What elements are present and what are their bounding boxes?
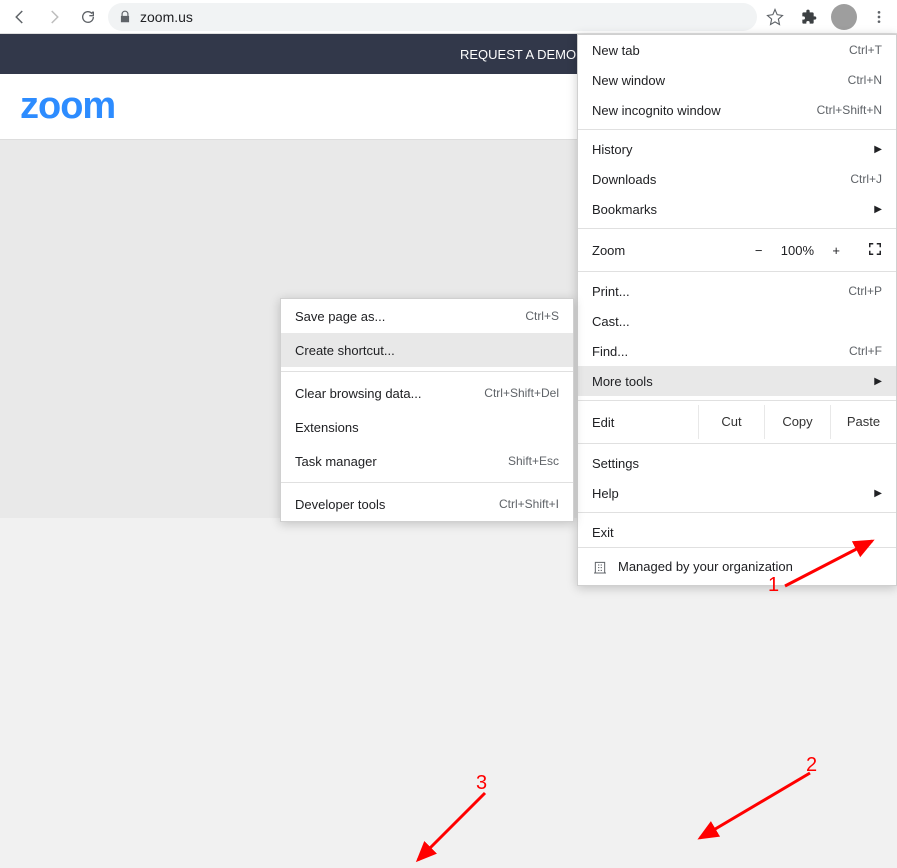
annotation-number-2: 2 xyxy=(806,754,817,777)
menu-separator xyxy=(578,129,896,130)
menu-find[interactable]: Find... Ctrl+F xyxy=(578,336,896,366)
annotation-arrow-2 xyxy=(690,768,820,848)
menu-cast[interactable]: Cast... xyxy=(578,306,896,336)
browser-toolbar: zoom.us xyxy=(0,0,897,34)
submenu-clear-browsing[interactable]: Clear browsing data... Ctrl+Shift+Del xyxy=(281,376,573,410)
chevron-right-icon: ▶ xyxy=(874,488,882,499)
menu-separator xyxy=(578,443,896,444)
menu-zoom: Zoom − 100% + xyxy=(578,233,896,267)
menu-print[interactable]: Print... Ctrl+P xyxy=(578,276,896,306)
menu-separator xyxy=(578,271,896,272)
menu-settings[interactable]: Settings xyxy=(578,448,896,478)
menu-separator xyxy=(578,400,896,401)
back-button[interactable] xyxy=(6,3,34,31)
menu-new-tab[interactable]: New tab Ctrl+T xyxy=(578,35,896,65)
reload-button[interactable] xyxy=(74,3,102,31)
url-text: zoom.us xyxy=(140,9,193,25)
building-icon xyxy=(592,559,608,575)
submenu-save-page[interactable]: Save page as... Ctrl+S xyxy=(281,299,573,333)
menu-edit: Edit Cut Copy Paste xyxy=(578,405,896,439)
extensions-button[interactable] xyxy=(797,5,821,29)
chrome-menu-button[interactable] xyxy=(867,5,891,29)
fullscreen-icon xyxy=(868,242,882,256)
menu-downloads[interactable]: Downloads Ctrl+J xyxy=(578,164,896,194)
zoom-in-button[interactable]: + xyxy=(832,243,840,258)
menu-more-tools[interactable]: More tools ▶ xyxy=(578,366,896,396)
submenu-dev-tools[interactable]: Developer tools Ctrl+Shift+I xyxy=(281,487,573,521)
chevron-right-icon: ▶ xyxy=(874,376,882,387)
edit-cut[interactable]: Cut xyxy=(698,405,764,439)
submenu-extensions[interactable]: Extensions xyxy=(281,410,573,444)
menu-separator xyxy=(578,512,896,513)
menu-separator xyxy=(578,228,896,229)
menu-history[interactable]: History ▶ xyxy=(578,134,896,164)
arrow-left-icon xyxy=(11,8,29,26)
menu-bookmarks[interactable]: Bookmarks ▶ xyxy=(578,194,896,224)
edit-copy[interactable]: Copy xyxy=(764,405,830,439)
reload-icon xyxy=(80,9,96,25)
request-demo-link[interactable]: REQUEST A DEMO xyxy=(460,47,576,62)
zoom-value: 100% xyxy=(776,243,818,258)
menu-separator xyxy=(281,482,573,483)
bookmark-star-button[interactable] xyxy=(763,5,787,29)
submenu-task-manager[interactable]: Task manager Shift+Esc xyxy=(281,444,573,478)
zoom-out-button[interactable]: − xyxy=(755,243,763,258)
fullscreen-button[interactable] xyxy=(868,242,882,259)
annotation-number-3: 3 xyxy=(476,772,487,795)
address-bar[interactable]: zoom.us xyxy=(108,3,757,31)
submenu-create-shortcut[interactable]: Create shortcut... xyxy=(281,333,573,367)
chevron-right-icon: ▶ xyxy=(874,144,882,155)
chevron-right-icon: ▶ xyxy=(874,204,882,215)
menu-help[interactable]: Help ▶ xyxy=(578,478,896,508)
lock-icon xyxy=(118,10,132,24)
arrow-right-icon xyxy=(45,8,63,26)
menu-new-incognito[interactable]: New incognito window Ctrl+Shift+N xyxy=(578,95,896,125)
dots-vertical-icon xyxy=(871,9,887,25)
chrome-main-menu: New tab Ctrl+T New window Ctrl+N New inc… xyxy=(577,34,897,586)
menu-managed[interactable]: Managed by your organization xyxy=(578,547,896,585)
star-icon xyxy=(766,8,784,26)
edit-paste[interactable]: Paste xyxy=(830,405,896,439)
menu-new-window[interactable]: New window Ctrl+N xyxy=(578,65,896,95)
menu-exit[interactable]: Exit xyxy=(578,517,896,547)
annotation-arrow-3 xyxy=(410,788,500,868)
puzzle-icon xyxy=(801,9,817,25)
forward-button[interactable] xyxy=(40,3,68,31)
profile-avatar[interactable] xyxy=(831,4,857,30)
menu-separator xyxy=(281,371,573,372)
more-tools-submenu: Save page as... Ctrl+S Create shortcut..… xyxy=(280,298,574,522)
zoom-logo: zoom xyxy=(20,85,115,128)
